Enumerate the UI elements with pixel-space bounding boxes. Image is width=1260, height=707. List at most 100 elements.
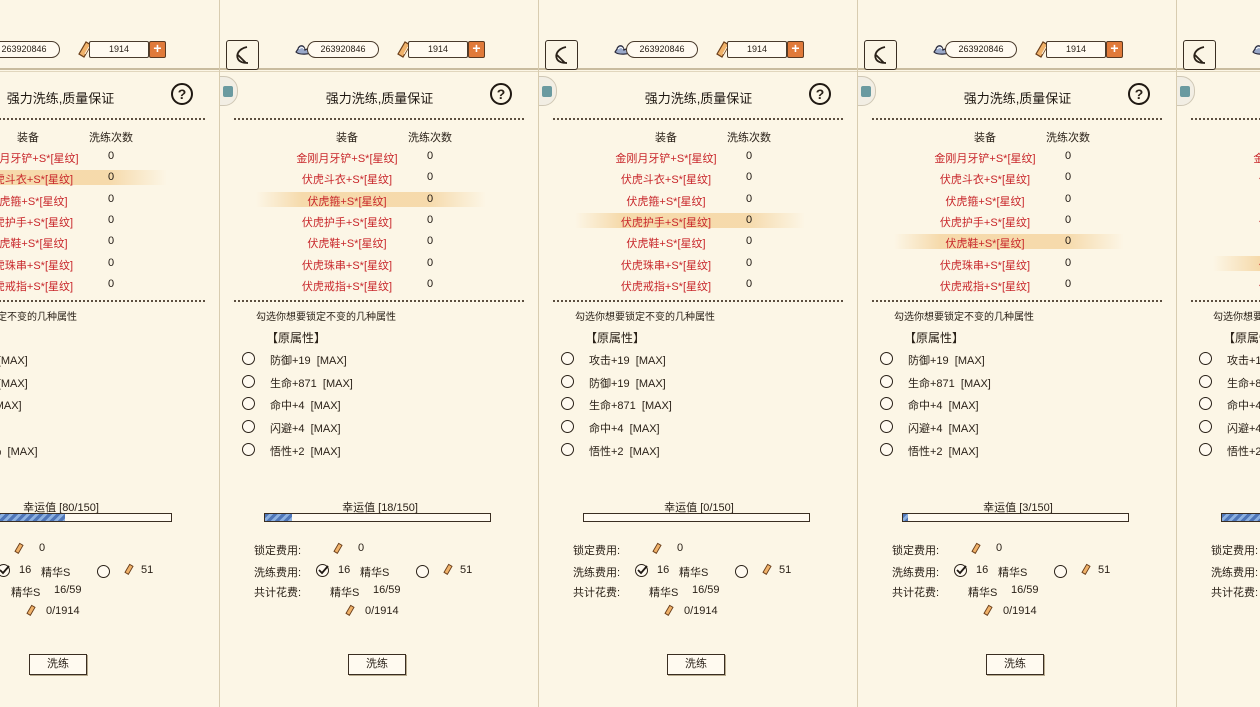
equipment-row[interactable]: 伏虎箍+S*[星纹]0 — [539, 190, 857, 211]
equipment-row[interactable]: 伏虎戒指+S*[星纹]0 — [0, 275, 219, 296]
wash-button[interactable]: 洗练 — [29, 654, 87, 675]
equipment-row[interactable]: 伏虎箍+S*[星纹]0 — [1177, 190, 1260, 211]
help-icon[interactable]: ? — [490, 83, 512, 105]
lock-attribute-radio[interactable] — [880, 374, 893, 388]
equipment-row[interactable]: 伏虎箍+S*[星纹]0 — [220, 190, 538, 211]
lock-attribute-radio[interactable] — [880, 420, 893, 434]
attribute-option[interactable]: 攻击+10 — [0, 418, 183, 438]
attribute-option[interactable]: 悟性+2 [MAX] — [561, 441, 821, 461]
back-button[interactable] — [1183, 40, 1216, 70]
wash-button[interactable]: 洗练 — [348, 654, 406, 675]
equipment-row[interactable]: 金刚月牙铲+S*[星纹]0 — [220, 147, 538, 168]
lock-attribute-radio[interactable] — [880, 442, 893, 456]
attribute-option[interactable]: 攻击+19 [MAX] — [0, 350, 183, 370]
equipment-row[interactable]: 伏虎斗衣+S*[星纹]0 — [0, 168, 219, 189]
equipment-row[interactable]: 金刚月牙铲+S*[星纹]0 — [539, 147, 857, 168]
attribute-option[interactable]: 生命+871 [MAX] — [242, 373, 502, 393]
attribute-option[interactable]: 悟性+2 [MAX] — [1199, 441, 1260, 461]
lock-attribute-radio[interactable] — [561, 397, 574, 411]
equipment-row[interactable]: 伏虎鞋+S*[星纹]0 — [220, 232, 538, 253]
attribute-option[interactable]: 防御+19 [MAX] — [0, 373, 183, 393]
add-ticket-button[interactable]: + — [1106, 41, 1123, 58]
ticket-payment-radio[interactable] — [1054, 565, 1067, 578]
ticket-payment-radio[interactable] — [735, 565, 748, 578]
equipment-row[interactable]: 伏虎箍+S*[星纹]0 — [0, 190, 219, 211]
equipment-row[interactable]: 伏虎鞋+S*[星纹]0 — [539, 232, 857, 253]
help-icon[interactable]: ? — [171, 83, 193, 105]
back-button[interactable] — [226, 40, 259, 70]
add-ticket-button[interactable]: + — [787, 41, 804, 58]
lock-attribute-radio[interactable] — [561, 442, 574, 456]
lock-attribute-radio[interactable] — [1199, 352, 1212, 365]
attribute-option[interactable]: 防御+19 [MAX] — [880, 350, 1140, 370]
lock-attribute-radio[interactable] — [561, 374, 574, 388]
attribute-option[interactable]: 攻击+19 [MAX] — [1199, 350, 1260, 370]
equipment-row[interactable]: 金刚月牙铲+S*[星纹]0 — [0, 147, 219, 168]
attribute-option[interactable]: 攻击+19 [MAX] — [561, 350, 821, 370]
equipment-row[interactable]: 伏虎戒指+S*[星纹]0 — [220, 275, 538, 296]
wash-button[interactable]: 洗练 — [986, 654, 1044, 675]
attribute-option[interactable]: 生命+871 [MAX] — [1199, 373, 1260, 393]
equipment-row[interactable]: 伏虎鞋+S*[星纹]0 — [0, 232, 219, 253]
add-ticket-button[interactable]: + — [468, 41, 485, 58]
lock-attribute-radio[interactable] — [880, 397, 893, 411]
help-icon[interactable]: ? — [809, 83, 831, 105]
lock-attribute-radio[interactable] — [242, 352, 255, 365]
attribute-option[interactable]: 防御+19 [MAX] — [242, 350, 502, 370]
lock-attribute-radio[interactable] — [1199, 420, 1212, 434]
attribute-option[interactable]: 悟性+2 [MAX] — [880, 441, 1140, 461]
lock-attribute-radio[interactable] — [1199, 442, 1212, 456]
equipment-row[interactable]: 伏虎珠串+S*[星纹]0 — [220, 254, 538, 275]
add-ticket-button[interactable]: + — [149, 41, 166, 58]
essence-payment-radio[interactable] — [316, 564, 329, 577]
back-button[interactable] — [545, 40, 578, 70]
lock-attribute-radio[interactable] — [561, 420, 574, 434]
back-button[interactable] — [864, 40, 897, 70]
lock-attribute-radio[interactable] — [1199, 397, 1212, 411]
lock-attribute-radio[interactable] — [561, 352, 574, 365]
lock-attribute-radio[interactable] — [242, 420, 255, 434]
equipment-row[interactable]: 伏虎珠串+S*[星纹]0 — [1177, 254, 1260, 275]
equipment-row[interactable]: 伏虎斗衣+S*[星纹]0 — [858, 168, 1176, 189]
wash-button[interactable]: 洗练 — [667, 654, 725, 675]
equipment-row[interactable]: 伏虎斗衣+S*[星纹]0 — [1177, 168, 1260, 189]
equipment-row[interactable]: 伏虎戒指+S*[星纹]0 — [858, 275, 1176, 296]
attribute-option[interactable]: 闪避+4 [MAX] — [880, 418, 1140, 438]
attribute-option[interactable]: 防御+19 [MAX] — [561, 373, 821, 393]
attribute-option[interactable]: 生命+871 [MAX] — [880, 373, 1140, 393]
attribute-option[interactable]: 命中+4 [MAX] — [242, 395, 502, 415]
equipment-row[interactable]: 伏虎戒指+S*[星纹]0 — [539, 275, 857, 296]
lock-attribute-radio[interactable] — [1199, 374, 1212, 388]
attribute-option[interactable]: 命中+4 [MAX] — [0, 395, 183, 415]
equipment-row[interactable]: 伏虎斗衣+S*[星纹]0 — [220, 168, 538, 189]
ticket-payment-radio[interactable] — [416, 565, 429, 578]
equipment-row[interactable]: 伏虎护手+S*[星纹]0 — [858, 211, 1176, 232]
lock-attribute-radio[interactable] — [242, 397, 255, 411]
equipment-row[interactable]: 伏虎护手+S*[星纹]0 — [1177, 211, 1260, 232]
equipment-row[interactable]: 伏虎鞋+S*[星纹]0 — [1177, 232, 1260, 253]
ticket-payment-radio[interactable] — [97, 565, 110, 578]
equipment-row[interactable]: 伏虎珠串+S*[星纹]0 — [858, 254, 1176, 275]
equipment-row[interactable]: 伏虎斗衣+S*[星纹]0 — [539, 168, 857, 189]
attribute-option[interactable]: 悟性+2 [MAX] — [242, 441, 502, 461]
equipment-row[interactable]: 伏虎护手+S*[星纹]0 — [0, 211, 219, 232]
equipment-row[interactable]: 伏虎戒指+S*[星纹]0 — [1177, 275, 1260, 296]
equipment-row[interactable]: 伏虎珠串+S*[星纹]0 — [0, 254, 219, 275]
equipment-row[interactable]: 伏虎箍+S*[星纹]0 — [858, 190, 1176, 211]
help-icon[interactable]: ? — [1128, 83, 1150, 105]
attribute-option[interactable]: 命中+4 [MAX] — [561, 418, 821, 438]
lock-attribute-radio[interactable] — [880, 352, 893, 365]
attribute-option[interactable]: 闪避+4 [MAX] — [242, 418, 502, 438]
equipment-row[interactable]: 伏虎护手+S*[星纹]0 — [220, 211, 538, 232]
equipment-row[interactable]: 伏虎珠串+S*[星纹]0 — [539, 254, 857, 275]
attribute-option[interactable]: 命中+4 [MAX] — [880, 395, 1140, 415]
attribute-option[interactable]: 闪避+4 [MAX] — [1199, 418, 1260, 438]
essence-payment-radio[interactable] — [954, 564, 967, 577]
equipment-row[interactable]: 伏虎护手+S*[星纹]0 — [539, 211, 857, 232]
attribute-option[interactable]: 命中+4 [MAX] — [1199, 395, 1260, 415]
attribute-option[interactable]: 暴击+45% [MAX] — [0, 441, 183, 461]
essence-payment-radio[interactable] — [635, 564, 648, 577]
attribute-option[interactable]: 生命+871 [MAX] — [561, 395, 821, 415]
equipment-row[interactable]: 金刚月牙铲+S*[星纹]0 — [1177, 147, 1260, 168]
lock-attribute-radio[interactable] — [242, 442, 255, 456]
